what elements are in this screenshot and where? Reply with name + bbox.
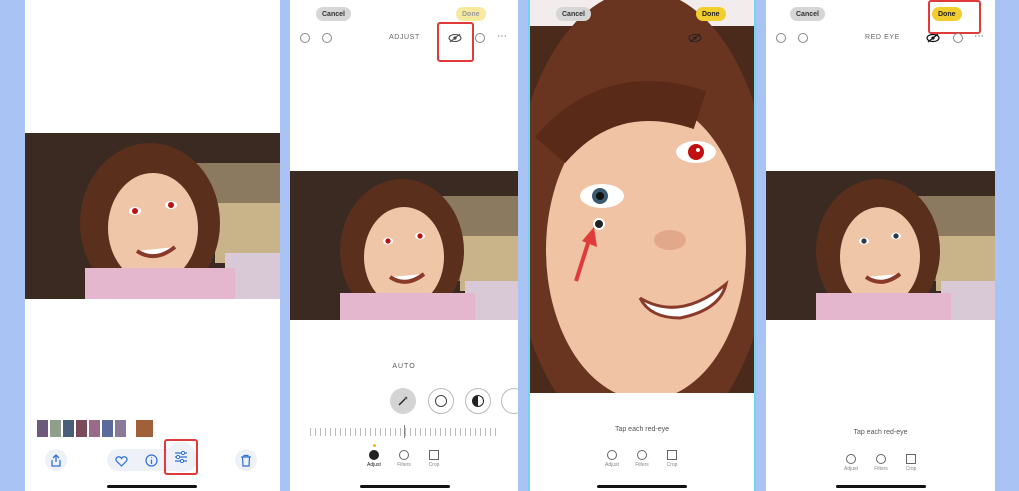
photo	[290, 171, 518, 320]
adjustment-carousel	[390, 388, 518, 414]
more-icon[interactable]: ⋯	[497, 32, 508, 42]
filters-icon	[876, 454, 886, 464]
eye-slash-icon[interactable]	[926, 33, 940, 43]
brilliance-button[interactable]	[465, 388, 491, 414]
adjust-slider[interactable]	[310, 428, 500, 436]
delete-button[interactable]	[235, 449, 257, 471]
zoomed-photo	[530, 0, 754, 393]
info-button[interactable]	[145, 454, 158, 472]
info-icon	[145, 454, 158, 467]
red-eye-panel: Cancel Done Tap each red-eye Adjust Filt…	[528, 0, 756, 491]
undo-icon[interactable]	[300, 33, 310, 43]
done-button[interactable]: Done	[696, 7, 726, 21]
undo-icon[interactable]	[776, 33, 786, 43]
highlight-box	[437, 22, 474, 62]
exposure-button[interactable]	[428, 388, 454, 414]
adjust-panel: Cancel Done ADJUST ⋯ AUTO Adjust Filters…	[290, 0, 518, 491]
cancel-button[interactable]: Cancel	[556, 7, 591, 21]
edit-tabs: Adjust Filters Crop	[290, 444, 518, 474]
filters-icon	[399, 450, 409, 460]
crop-icon	[906, 454, 916, 464]
home-indicator	[836, 485, 926, 488]
thumbnail[interactable]	[63, 420, 74, 437]
share-button[interactable]	[45, 449, 67, 471]
home-indicator	[107, 485, 197, 488]
thumbnail[interactable]	[115, 420, 126, 437]
hint-text: Tap each red-eye	[614, 426, 670, 433]
tab-crop[interactable]: Crop	[423, 450, 445, 468]
magic-wand-icon	[398, 396, 408, 406]
edit-tabs: Adjust Filters Crop	[530, 450, 754, 474]
crop-icon	[429, 450, 439, 460]
thumbnail[interactable]	[102, 420, 113, 437]
tab-crop[interactable]: Crop	[900, 454, 922, 472]
tab-filters[interactable]: Filters	[631, 450, 653, 468]
tab-filters[interactable]: Filters	[870, 454, 892, 472]
thumbnail[interactable]	[128, 420, 134, 437]
thumbnail[interactable]	[89, 420, 100, 437]
crop-icon	[667, 450, 677, 460]
highlight-box	[928, 0, 981, 34]
edit-toolbar: RED EYE ⋯	[766, 32, 995, 46]
home-indicator	[597, 485, 687, 488]
eye-slash-icon[interactable]	[688, 33, 702, 43]
favorite-button[interactable]	[115, 454, 128, 472]
highlights-button[interactable]	[501, 388, 518, 414]
heart-icon	[115, 456, 128, 467]
thumbnail[interactable]	[37, 420, 48, 437]
tab-adjust[interactable]: Adjust	[363, 450, 385, 468]
share-icon	[51, 453, 61, 467]
mode-title: RED EYE	[865, 34, 900, 41]
edit-toolbar: ADJUST ⋯	[290, 32, 518, 46]
tab-adjust[interactable]: Adjust	[601, 450, 623, 468]
markup-icon[interactable]	[953, 33, 963, 43]
tab-crop[interactable]: Crop	[661, 450, 683, 468]
arrow-icon	[574, 227, 597, 282]
done-button[interactable]: Done	[456, 7, 486, 21]
brilliance-icon	[472, 395, 484, 407]
auto-enhance-button[interactable]	[390, 388, 416, 414]
auto-label: AUTO	[392, 363, 416, 370]
markup-icon[interactable]	[475, 33, 485, 43]
highlight-box	[164, 439, 198, 475]
adjust-dial-icon	[369, 450, 379, 460]
edit-tabs: Adjust Filters Crop	[766, 454, 995, 478]
exposure-icon	[435, 395, 447, 407]
active-dot	[373, 444, 376, 447]
trash-icon	[241, 454, 251, 467]
filters-icon	[637, 450, 647, 460]
thumbnail[interactable]	[76, 420, 87, 437]
redo-icon[interactable]	[798, 33, 808, 43]
red-eye-result-panel: Cancel Done RED EYE ⋯ Tap each red-eye A…	[766, 0, 995, 491]
photo-viewer-panel	[25, 0, 280, 491]
photo	[766, 171, 995, 320]
tab-filters[interactable]: Filters	[393, 450, 415, 468]
tab-adjust[interactable]: Adjust	[840, 454, 862, 472]
cancel-button[interactable]: Cancel	[790, 7, 825, 21]
more-icon[interactable]: ⋯	[974, 32, 985, 42]
hint-text: Tap each red-eye	[853, 429, 908, 436]
adjust-dial-icon	[846, 454, 856, 464]
thumbnail[interactable]	[136, 420, 153, 437]
adjust-dial-icon	[607, 450, 617, 460]
cancel-button[interactable]: Cancel	[316, 7, 351, 21]
redo-icon[interactable]	[322, 33, 332, 43]
thumbnail[interactable]	[50, 420, 61, 437]
thumbnail-strip[interactable]	[37, 420, 153, 437]
photo	[25, 133, 280, 299]
home-indicator	[360, 485, 450, 488]
slider-center-mark	[404, 425, 405, 438]
mode-title: ADJUST	[389, 34, 420, 41]
